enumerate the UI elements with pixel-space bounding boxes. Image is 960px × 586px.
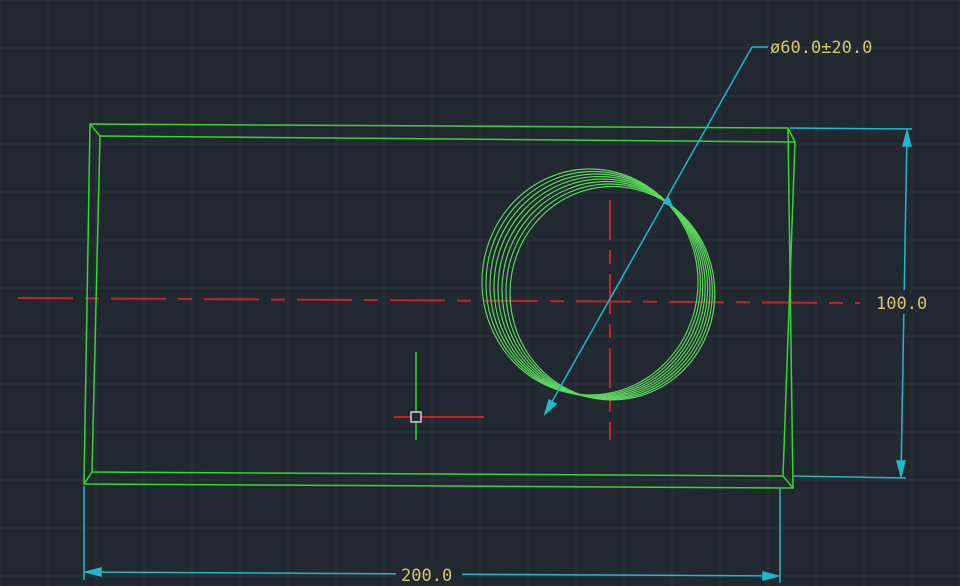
diameter-arrow-icon-top (662, 195, 674, 208)
hole-circles[interactable] (481, 168, 716, 401)
height-arrow-top-icon (902, 128, 912, 147)
grid (0, 0, 960, 586)
part-inner-face (91, 135, 796, 477)
part-outline[interactable] (83, 123, 796, 489)
crosshair-cursor (394, 352, 484, 440)
height-ext-line-top (789, 127, 913, 130)
hole-dimension-text: ø60.0±20.0 (770, 38, 872, 58)
height-dimension-text: 100.0 (876, 294, 927, 314)
diameter-arrow-icon (543, 398, 558, 417)
height-arrow-bottom-icon (896, 460, 906, 479)
width-dimension-text: 200.0 (401, 566, 452, 586)
width-arrow-left-icon (83, 567, 102, 577)
pickbox-icon (410, 411, 422, 423)
width-arrow-right-icon (762, 571, 781, 581)
height-ext-line-bottom (792, 475, 907, 479)
cad-drawing-area[interactable]: ø60.0±20.0 100.0 200.0 (0, 0, 960, 586)
diameter-dimension[interactable] (543, 46, 768, 417)
part-outer-face (83, 123, 794, 489)
